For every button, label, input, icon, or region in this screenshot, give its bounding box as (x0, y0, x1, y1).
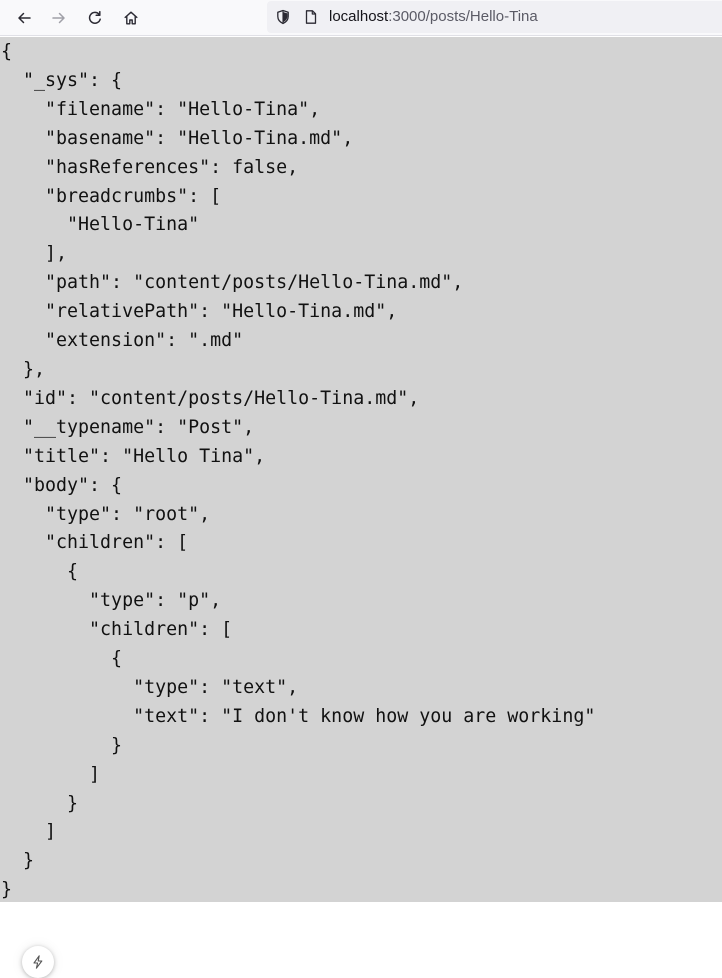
arrow-left-icon (18, 12, 31, 24)
arrow-right-icon (52, 12, 65, 24)
home-icon (124, 11, 138, 25)
url-path: :3000/posts/Hello-Tina (388, 8, 538, 25)
reload-button[interactable] (80, 3, 110, 33)
url-host: localhost (329, 8, 389, 25)
back-button[interactable] (9, 3, 39, 33)
json-output: { "_sys": { "filename": "Hello-Tina", "b… (1, 41, 596, 901)
page-info-icon[interactable] (303, 9, 319, 25)
url-text[interactable]: localhost:3000/posts/Hello-Tina (329, 1, 538, 33)
home-button[interactable] (116, 3, 146, 33)
page-content: { "_sys": { "filename": "Hello-Tina", "b… (0, 37, 722, 902)
url-bar[interactable]: localhost:3000/posts/Hello-Tina (267, 1, 722, 33)
tracking-shield-icon[interactable] (275, 9, 291, 25)
reload-icon (88, 10, 101, 24)
browser-toolbar: localhost:3000/posts/Hello-Tina (0, 0, 722, 36)
forward-button[interactable] (44, 3, 74, 33)
floating-action-button[interactable] (22, 946, 54, 978)
bolt-icon (33, 955, 43, 969)
